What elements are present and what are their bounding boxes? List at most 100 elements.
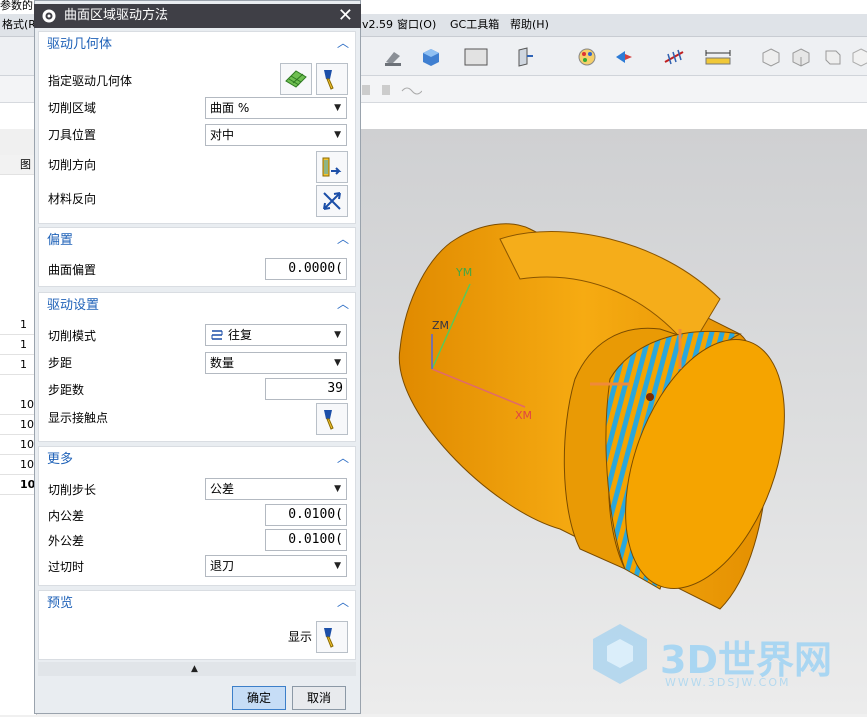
surface-grid-icon <box>285 70 307 88</box>
surface-offset-input[interactable]: 0.0000( <box>265 258 347 280</box>
palette-icon[interactable] <box>576 46 598 68</box>
grid-row[interactable]: 1 <box>0 335 36 355</box>
dropdown-arrow-icon: ▼ <box>334 561 341 571</box>
grid-row[interactable]: 10 <box>0 435 36 455</box>
group-title-drive-settings: 驱动设置 <box>47 298 100 313</box>
flashlight-icon <box>324 410 334 430</box>
curve-tool-icon[interactable] <box>362 82 422 98</box>
material-reverse-label: 材料反向 <box>48 192 97 206</box>
group-more: 更多 ︿ 切削步长 公差 ▼ 内公差 0.0100( 外公差 0.0100( 过切… <box>38 446 356 586</box>
graphics-viewport[interactable]: XM YM ZM 3D世界网 WWW.3DSJW.COM <box>360 129 867 714</box>
collapse-caret-icon[interactable]: ︿ <box>337 230 349 247</box>
cube-b-icon[interactable] <box>790 46 812 68</box>
grid-row[interactable]: 10 <box>0 415 36 435</box>
cube-a-icon[interactable] <box>760 46 782 68</box>
menu-version[interactable]: v2.59 <box>362 17 393 33</box>
cut-direction-button[interactable] <box>316 151 348 183</box>
stepover-label: 步距 <box>48 356 73 370</box>
cut-step-select[interactable]: 公差 ▼ <box>205 478 347 500</box>
show-contact-label: 显示接触点 <box>48 411 109 425</box>
show-preview-label: 显示 <box>288 630 313 644</box>
cut-area-select[interactable]: 曲面 % ▼ <box>205 97 347 119</box>
display-drive-geometry-button[interactable] <box>316 63 348 95</box>
step-count-input[interactable]: 39 <box>265 378 347 400</box>
stepover-select[interactable]: 数量 ▼ <box>205 352 347 374</box>
axis-xm-label: XM <box>515 409 533 422</box>
collapse-caret-icon[interactable]: ︿ <box>337 34 349 51</box>
dialog-title-bar[interactable]: 曲面区域驱动方法 ✕ <box>34 4 361 28</box>
material-reverse-button[interactable] <box>316 185 348 217</box>
outtol-label: 外公差 <box>48 534 85 548</box>
grid-row[interactable]: 1 <box>0 355 36 375</box>
show-preview-button[interactable] <box>316 621 348 653</box>
zigzag-mode-icon <box>211 330 223 340</box>
layer-icon[interactable] <box>513 46 535 68</box>
snap-grid-icon[interactable] <box>663 46 685 68</box>
tool-position-select[interactable]: 对中 ▼ <box>205 124 347 146</box>
show-contact-button[interactable] <box>316 403 348 435</box>
cube-c-icon[interactable] <box>822 46 844 68</box>
top-status-text: 参数的 <box>0 0 33 12</box>
menu-help[interactable]: 帮助(H) <box>510 17 549 33</box>
close-icon[interactable]: ✕ <box>338 6 353 26</box>
dropdown-arrow-icon: ▼ <box>334 330 341 340</box>
watermark-url: WWW.3DSJW.COM <box>665 676 791 689</box>
collapse-up-icon[interactable]: ▲ <box>191 664 198 674</box>
group-drive-settings: 驱动设置 ︿ 切削模式 往复 ▼ 步距 数量 ▼ 步距数 39 显示接触点 <box>38 292 356 442</box>
dropdown-arrow-icon: ▼ <box>334 484 341 494</box>
measure-ruler-icon[interactable] <box>704 46 732 68</box>
menu-window[interactable]: 窗口(O) <box>397 17 436 33</box>
group-title-drive-geometry: 驱动几何体 <box>47 37 113 52</box>
outtol-input[interactable]: 0.0100( <box>265 529 347 551</box>
overcut-label: 过切时 <box>48 560 85 574</box>
grid-header: 图 <box>0 155 36 175</box>
group-title-preview: 预览 <box>47 596 74 611</box>
ok-button[interactable]: 确定 <box>232 686 286 710</box>
axis-zm-label: ZM <box>432 319 450 332</box>
cube-d-icon[interactable] <box>850 46 867 68</box>
grid-row[interactable]: 10 <box>0 455 36 475</box>
grid-row[interactable]: 10 <box>0 395 36 415</box>
collapse-caret-icon[interactable]: ︿ <box>337 295 349 312</box>
flashlight-icon <box>324 628 334 648</box>
cut-mode-select[interactable]: 往复 ▼ <box>205 324 347 346</box>
axis-ym-label: YM <box>456 266 473 279</box>
group-title-offset: 偏置 <box>47 233 74 248</box>
tool-position-label: 刀具位置 <box>48 128 97 142</box>
select-drive-geometry-button[interactable] <box>280 63 312 95</box>
fill-tool-icon[interactable] <box>382 46 404 68</box>
overcut-select[interactable]: 退刀 ▼ <box>205 555 347 577</box>
collapse-caret-icon[interactable]: ︿ <box>337 449 349 466</box>
specify-drive-geometry-label: 指定驱动几何体 <box>48 74 133 88</box>
group-drive-geometry: 驱动几何体 ︿ 指定驱动几何体 切削区域 曲面 % ▼ 刀具位置 对中 ▼ 切削方向… <box>38 31 356 224</box>
background-color-icon[interactable] <box>463 46 489 68</box>
collapse-caret-icon[interactable]: ︿ <box>337 593 349 610</box>
group-title-more: 更多 <box>47 452 74 467</box>
cut-direction-icon <box>322 157 342 177</box>
group-preview: 预览 ︿ 显示 <box>38 590 356 660</box>
cancel-button[interactable]: 取消 <box>292 686 346 710</box>
intol-label: 内公差 <box>48 509 85 523</box>
grid-row[interactable]: 1 <box>0 315 36 335</box>
watermark-cube-icon <box>593 624 647 684</box>
grid-row[interactable]: 10 <box>0 475 36 495</box>
surface-offset-label: 曲面偏置 <box>48 263 97 277</box>
cut-step-value: 公差 <box>210 482 235 496</box>
cut-step-label: 切削步长 <box>48 483 97 497</box>
dropdown-arrow-icon: ▼ <box>334 103 341 113</box>
flashlight-icon <box>324 70 334 90</box>
group-offset: 偏置 ︿ 曲面偏置 0.0000( <box>38 227 356 287</box>
dropdown-arrow-icon: ▼ <box>334 358 341 368</box>
menu-gc-toolbox[interactable]: GC工具箱 <box>450 17 499 33</box>
intol-input[interactable]: 0.0100( <box>265 504 347 526</box>
cube-shade-icon[interactable] <box>420 46 442 68</box>
cut-area-value: 曲面 % <box>210 101 250 115</box>
cut-direction-label: 切削方向 <box>48 158 97 172</box>
tool-position-value: 对中 <box>210 128 235 142</box>
dropdown-arrow-icon: ▼ <box>334 130 341 140</box>
view-orient-icon[interactable] <box>613 46 635 68</box>
overcut-value: 退刀 <box>210 559 235 573</box>
cut-mode-value: 往复 <box>228 328 253 342</box>
dialog-title: 曲面区域驱动方法 <box>64 8 169 23</box>
reverse-arrows-icon <box>323 192 341 210</box>
